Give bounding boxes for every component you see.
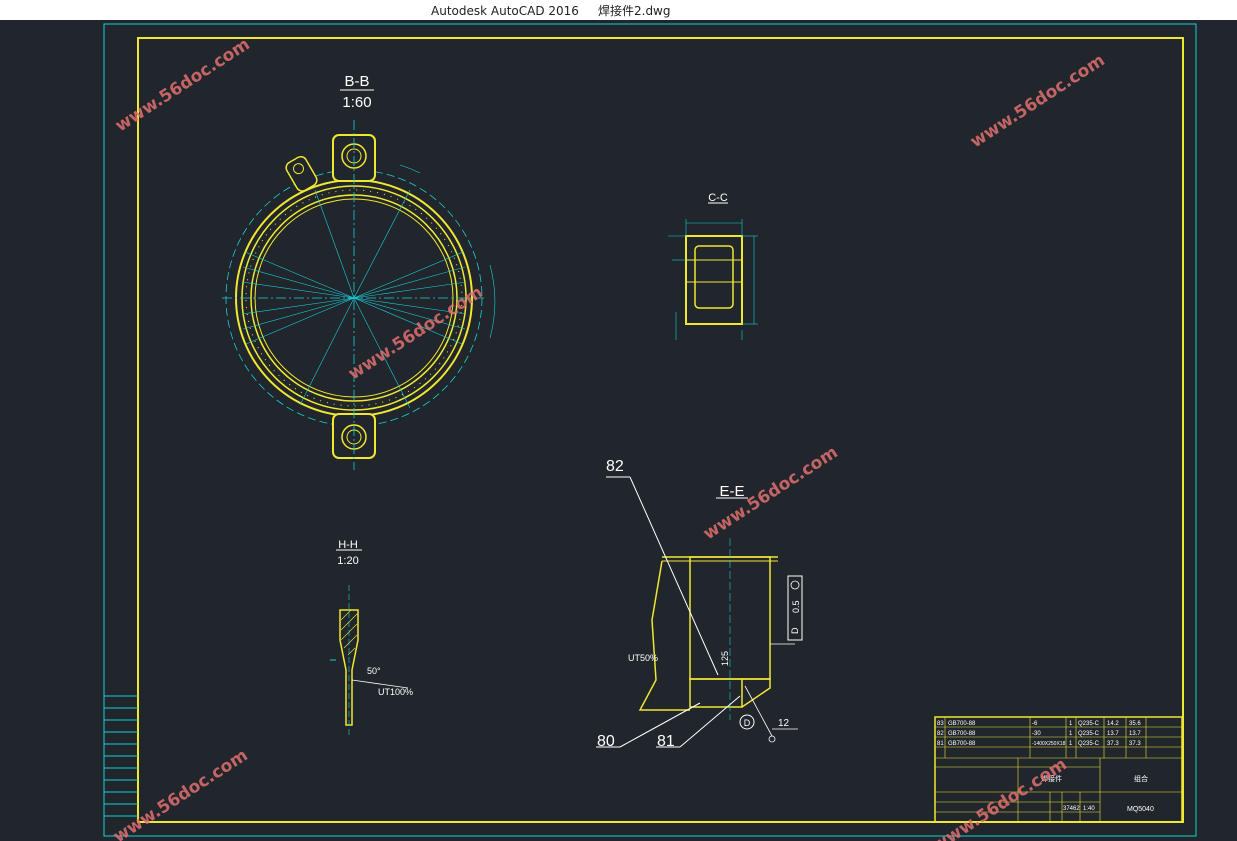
ee-ut: UT50%	[628, 653, 658, 663]
view-hh-scale: 1:20	[337, 555, 358, 567]
window-title: Autodesk AutoCAD 2016 焊接件2.dwg	[431, 4, 671, 18]
drawing-frame	[137, 37, 1184, 823]
scale-value: 1:40	[1083, 806, 1095, 812]
bom-row-83-qty: 1	[1069, 721, 1073, 727]
ee-datum-ref: D	[790, 627, 800, 634]
drawing-number: MQ5040	[1127, 806, 1154, 813]
view-hh[interactable]: H-H 1:20 50° UT100%	[330, 539, 413, 735]
callout-82: 82	[606, 458, 624, 475]
ee-datum-label: D	[744, 718, 751, 728]
weight-value: 37462	[1063, 806, 1080, 812]
bom-row-83-code: GB700-88	[948, 721, 976, 727]
bom-row-82-w2: 13.7	[1129, 731, 1141, 737]
bom-row-81-w2: 37.3	[1129, 741, 1141, 747]
bom-row-83-spec: -6	[1032, 721, 1038, 727]
drawing-viewport[interactable]: B-B 1:60 C-C H-H 1:20 50° UT100% E-E 0.5…	[0, 20, 1237, 841]
ee-dim-125: 125	[720, 651, 730, 666]
title-bar: Autodesk AutoCAD 2016 焊接件2.dwg	[0, 0, 1237, 20]
bom-row-81-w1: 37.3	[1107, 741, 1119, 747]
hh-ut: UT100%	[378, 687, 413, 697]
watermark-1: www.56doc.com	[112, 34, 254, 136]
bom-row-81-mat: Q235-C	[1078, 741, 1100, 747]
bom-row-81-qty: 1	[1069, 741, 1073, 747]
binding-strip	[104, 695, 138, 817]
view-cc[interactable]: C-C	[668, 192, 758, 340]
callouts: 82 80 81	[596, 458, 741, 750]
bom-row-83-no: 83	[937, 721, 944, 727]
watermark-6: www.56doc.com	[929, 754, 1071, 841]
bom-row-82-qty: 1	[1069, 731, 1073, 737]
hh-angle: 50°	[367, 666, 381, 676]
bom-row-82-code: GB700-88	[948, 731, 976, 737]
ee-dim-12: 12	[778, 718, 790, 729]
view-bb[interactable]: B-B 1:60	[222, 73, 496, 470]
bom-row-82-spec: -30	[1032, 731, 1041, 737]
view-cc-name: C-C	[708, 192, 728, 204]
bom-row-81-no: 81	[937, 741, 944, 747]
sheet-border	[103, 23, 1197, 837]
bom-row-82-w1: 13.7	[1107, 731, 1119, 737]
bom-row-83-w2: 35.6	[1129, 721, 1141, 727]
org-name: 组合	[1134, 774, 1148, 783]
bom-row-82-mat: Q235-C	[1078, 731, 1100, 737]
bom-row-83-w1: 14.2	[1107, 721, 1119, 727]
bom-row-81-spec: -1400X250X18	[1032, 741, 1066, 747]
cad-canvas[interactable]: B-B 1:60 C-C H-H 1:20 50° UT100% E-E 0.5…	[0, 20, 1237, 841]
bom-row-82-no: 82	[937, 731, 944, 737]
watermark-2: www.56doc.com	[967, 50, 1109, 152]
view-hh-name: H-H	[338, 539, 358, 551]
view-bb-name: B-B	[344, 73, 369, 90]
watermark-5: www.56doc.com	[110, 745, 252, 841]
view-bb-scale: 1:60	[342, 94, 371, 111]
bom-row-81-code: GB700-88	[948, 741, 976, 747]
bom-row-83-mat: Q235-C	[1078, 721, 1100, 727]
view-ee-name: E-E	[719, 483, 744, 500]
ee-tolerance: 0.5	[791, 600, 801, 613]
